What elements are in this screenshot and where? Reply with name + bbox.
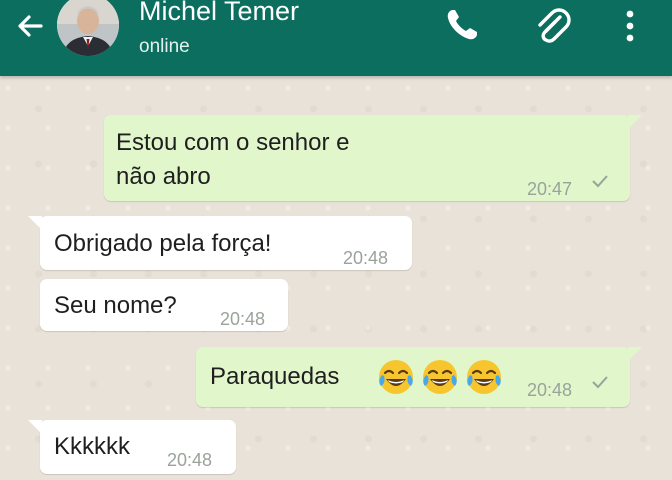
contact-name[interactable]: Michel Temer bbox=[139, 0, 299, 28]
phone-icon[interactable] bbox=[442, 5, 482, 45]
more-options-icon[interactable] bbox=[616, 7, 644, 45]
message-incoming[interactable]: Seu nome? 20:48 bbox=[40, 279, 288, 331]
message-text-line: não abro bbox=[116, 163, 211, 190]
message-timestamp: 20:48 bbox=[220, 309, 266, 329]
message-text: Paraquedas bbox=[210, 363, 340, 390]
message-text-line: Estou com o senhor e bbox=[116, 129, 350, 156]
message-timestamp: 20:47 bbox=[527, 179, 573, 199]
back-arrow-icon[interactable] bbox=[14, 10, 46, 42]
avatar[interactable] bbox=[57, 0, 119, 56]
chat-header: Michel Temer online bbox=[0, 0, 672, 76]
message-timestamp: 20:48 bbox=[343, 248, 389, 268]
bubble-tail bbox=[628, 115, 642, 129]
tears-of-joy-emoji-icon bbox=[467, 360, 501, 394]
message-outgoing[interactable]: Paraquedas 20:48 bbox=[196, 347, 642, 407]
message-text: Obrigado pela força! bbox=[54, 230, 272, 257]
bubble-tail bbox=[28, 216, 42, 230]
message-incoming[interactable]: Obrigado pela força! 20:48 bbox=[28, 216, 412, 270]
message-timestamp: 20:48 bbox=[167, 450, 213, 470]
bubble-tail bbox=[628, 347, 642, 361]
message-outgoing[interactable]: Estou com o senhor e não abro 20:47 bbox=[104, 115, 642, 201]
contact-status: online bbox=[139, 36, 190, 57]
bubble-tail bbox=[28, 420, 42, 434]
tears-of-joy-emoji-icon bbox=[379, 360, 413, 394]
contact-photo-icon bbox=[57, 0, 119, 56]
sent-check-icon bbox=[592, 175, 608, 188]
sent-check-icon bbox=[592, 376, 608, 389]
tears-of-joy-emoji-icon bbox=[423, 360, 457, 394]
message-text: Kkkkkk bbox=[54, 433, 131, 460]
message-incoming[interactable]: Kkkkkk 20:48 bbox=[28, 420, 236, 474]
message-timestamp: 20:48 bbox=[527, 380, 573, 400]
message-text: Seu nome? bbox=[54, 292, 177, 319]
paperclip-icon[interactable] bbox=[530, 4, 574, 48]
